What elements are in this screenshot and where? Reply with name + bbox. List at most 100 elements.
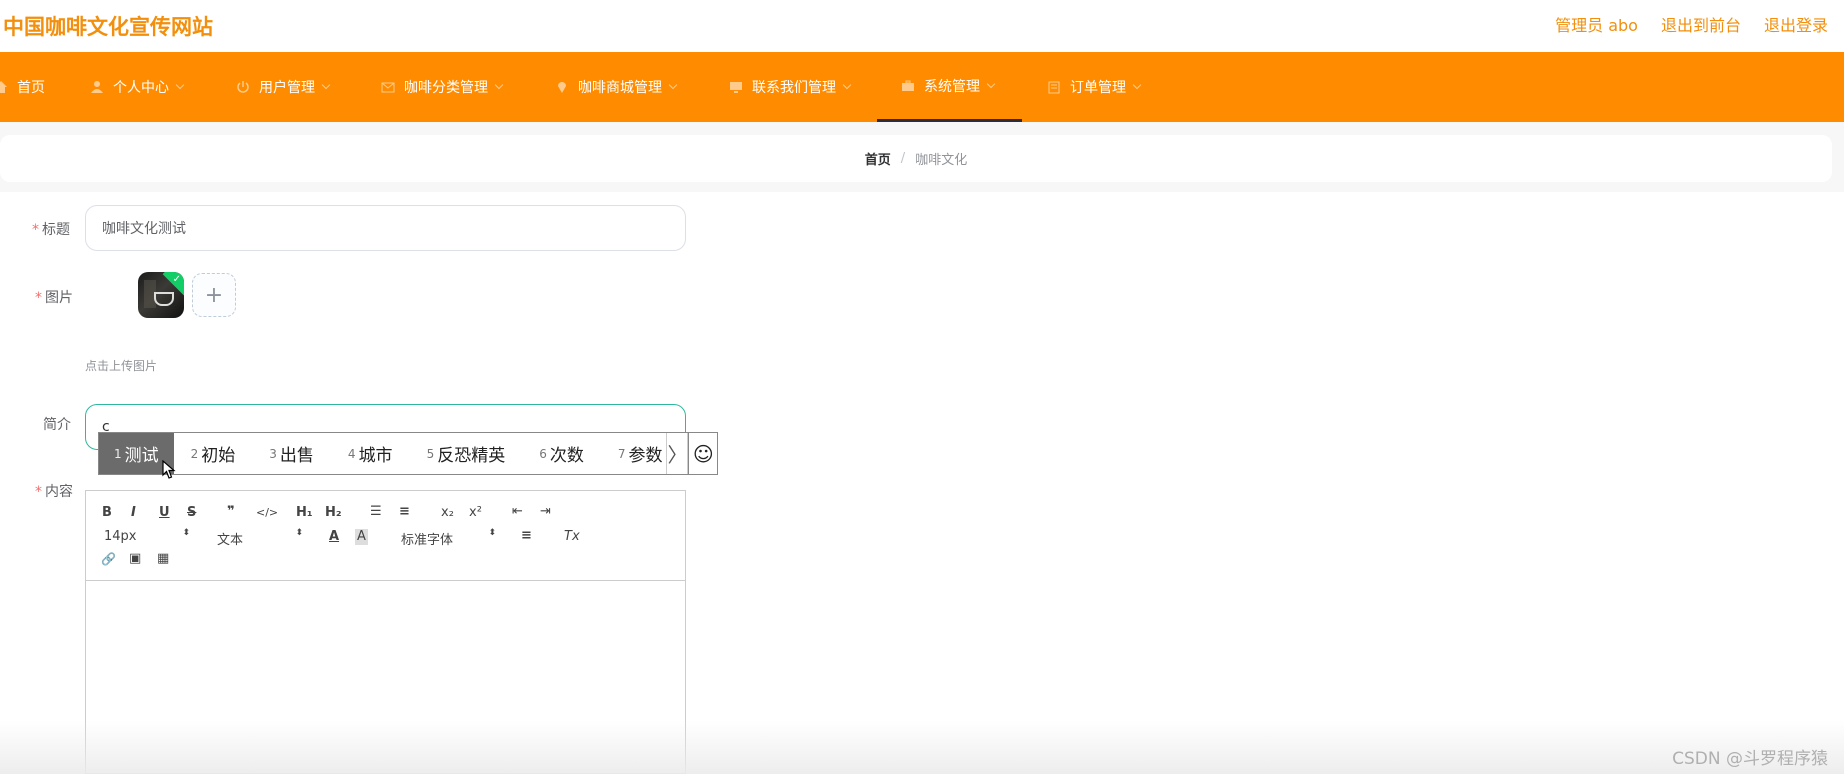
outdent-button[interactable]: ⇤ [512,504,523,520]
superscript-button[interactable]: x² [469,505,482,521]
emoji-icon[interactable]: ☺ [688,433,717,474]
updown-icon: ⬍ [488,528,496,538]
block-format-value: 文本 [217,533,244,548]
background-color-button[interactable]: A [355,529,368,545]
title-label: * 标题 [32,219,70,239]
monitor-icon [730,82,742,93]
link-button[interactable]: 🔗 [101,551,116,567]
mail-icon [381,82,395,93]
image-label-text: 图片 [45,290,73,306]
blockquote-button[interactable]: ❞ [227,504,235,520]
breadcrumb: 首页 / 咖啡文化 [0,135,1832,182]
font-size-select[interactable]: 14px ⬍ [104,529,190,545]
chevron-down-icon [668,80,678,90]
ime-candidate[interactable]: 7 参数 [601,433,667,474]
nav-item-coffee-shop[interactable]: 咖啡商城管理 [555,52,678,122]
breadcrumb-separator: / [900,151,906,166]
coffee-cup-icon [154,292,174,306]
uploaded-image-thumbnail[interactable]: ✓ [138,272,184,318]
title-label-text: 标题 [42,222,70,238]
top-header: 中国咖啡文化宣传网站 管理员 abo 退出到前台 退出登录 [0,0,1844,52]
ime-candidate-text: 初始 [201,446,236,466]
nav-item-order-management[interactable]: 订单管理 [1047,52,1142,122]
ime-candidate-number: 3 [269,446,277,461]
user-icon [91,81,103,93]
italic-button[interactable]: I [131,505,136,521]
ime-candidate[interactable]: 3 出售 [252,433,331,474]
required-mark: * [32,222,39,238]
ime-candidate[interactable]: 6 次数 [522,433,601,474]
upload-tip: 点击上传图片 [85,359,158,373]
nav-label: 咖啡商城管理 [578,80,662,96]
nav-item-coffee-category[interactable]: 咖啡分类管理 [381,52,504,122]
font-color-button[interactable]: A [329,529,339,545]
heading1-button[interactable]: H₁ [296,505,313,521]
video-button[interactable]: ▦ [157,551,169,567]
briefcase-icon [902,80,914,91]
main-nav: 首页 个人中心 用户管理 咖啡分类管理 咖啡商城管理 联系我们管理 系统管理 订… [0,52,1844,122]
block-format-select[interactable]: 文本 ⬍ [217,528,303,549]
mouse-cursor-icon [162,460,176,479]
rich-text-editor: B I U S ❞ </> H₁ H₂ ☰ ≡ x₂ x² ⇤ ⇥ 14px ⬍… [85,490,686,774]
breadcrumb-home[interactable]: 首页 [865,149,891,168]
updown-icon: ⬍ [182,528,190,538]
font-size-value: 14px [104,529,137,544]
upload-image-button[interactable]: + [192,273,236,317]
required-mark: * [35,484,42,500]
ime-candidate[interactable]: 4 城市 [331,433,410,474]
ime-candidate-number: 1 [114,446,122,461]
bullet-list-button[interactable]: ≡ [399,504,410,520]
nav-label: 订单管理 [1070,80,1126,96]
nav-label: 系统管理 [924,78,980,95]
strike-button[interactable]: S [187,505,196,521]
align-button[interactable]: ≡ [521,528,532,544]
nav-item-system-management[interactable]: 系统管理 [877,52,1022,122]
location-icon [558,82,566,93]
ime-next-page-icon[interactable]: 〉 [666,433,689,474]
nav-item-home[interactable]: 首页 [0,52,45,122]
chevron-down-icon [1132,80,1142,90]
ime-candidate-number: 2 [190,446,199,461]
chevron-down-icon [986,79,996,88]
home-icon [0,81,7,93]
ime-candidate[interactable]: 2 初始 [174,433,253,474]
ime-candidate-text: 测试 [124,446,159,466]
exit-to-frontend-link[interactable]: 退出到前台 [1661,12,1741,36]
ime-candidate[interactable]: 5 反恐精英 [410,433,523,474]
nav-label: 联系我们管理 [752,80,836,96]
chevron-down-icon [175,80,185,90]
ordered-list-button[interactable]: ☰ [370,504,382,520]
underline-button[interactable]: U [159,505,170,521]
editor-toolbar: B I U S ❞ </> H₁ H₂ ☰ ≡ x₂ x² ⇤ ⇥ 14px ⬍… [86,491,685,581]
admin-user-link[interactable]: 管理员 abo [1555,12,1638,36]
bold-button[interactable]: B [102,505,112,521]
ime-candidate-number: 7 [617,446,626,461]
logout-link[interactable]: 退出登录 [1764,12,1828,36]
ime-candidate-text: 次数 [549,446,584,466]
nav-label: 用户管理 [259,80,315,96]
font-family-select[interactable]: 标准字体 ⬍ [401,528,496,549]
breadcrumb-current: 咖啡文化 [915,153,968,168]
top-links: 管理员 abo 退出到前台 退出登录 [1555,12,1828,36]
updown-icon: ⬍ [295,528,303,538]
indent-button[interactable]: ⇥ [540,504,551,520]
ime-candidate-number: 4 [347,446,356,461]
ime-candidate-number: 5 [426,446,435,461]
clear-format-button[interactable]: Tx [564,529,580,545]
heading2-button[interactable]: H₂ [325,505,342,521]
chevron-down-icon [321,80,331,90]
ime-candidate-text: 参数 [628,446,663,466]
nav-item-contact-us[interactable]: 联系我们管理 [729,52,852,122]
image-button[interactable]: ▣ [129,551,141,567]
nav-item-user-management[interactable]: 用户管理 [236,52,331,122]
subscript-button[interactable]: x₂ [441,505,454,521]
nav-label: 首页 [17,80,45,96]
nav-label: 咖啡分类管理 [404,80,488,96]
ime-candidate-number: 6 [539,446,547,461]
title-input[interactable] [85,205,686,251]
image-label: * 图片 [35,287,73,307]
code-block-button[interactable]: </> [256,505,278,521]
watermark: CSDN @斗罗程序猿 [1672,749,1828,769]
nav-item-personal-center[interactable]: 个人中心 [90,52,185,122]
site-title: 中国咖啡文化宣传网站 [3,15,213,39]
